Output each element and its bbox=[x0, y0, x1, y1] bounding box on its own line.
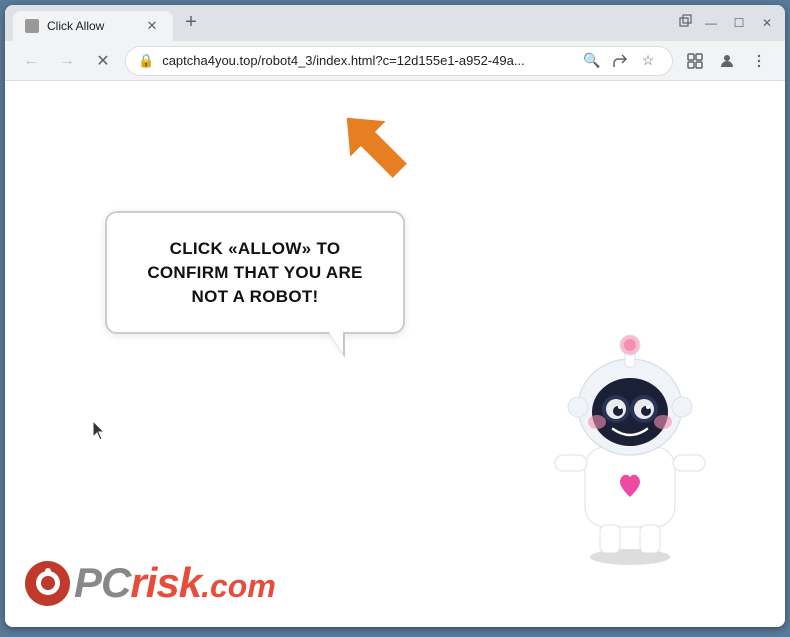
pcrisk-icon bbox=[25, 561, 70, 606]
profile-button[interactable] bbox=[713, 47, 741, 75]
tab-favicon bbox=[25, 19, 39, 33]
close-button[interactable]: ✕ bbox=[757, 13, 777, 33]
toolbar-actions bbox=[681, 47, 773, 75]
pcrisk-brand-text: PCrisk.com bbox=[74, 559, 276, 607]
restore-down-icon bbox=[679, 13, 693, 27]
new-tab-button[interactable]: + bbox=[177, 8, 205, 36]
page-content: CLICK «ALLOW» TO CONFIRM THAT YOU ARE NO… bbox=[5, 81, 785, 627]
domain-text: .com bbox=[201, 568, 276, 604]
extensions-button[interactable] bbox=[681, 47, 709, 75]
forward-button[interactable]: → bbox=[53, 47, 81, 75]
search-icon-button[interactable]: 🔍 bbox=[580, 49, 604, 73]
bookmark-button[interactable]: ☆ bbox=[636, 49, 660, 73]
pc-text: PC bbox=[74, 559, 130, 606]
bubble-text: CLICK «ALLOW» TO CONFIRM THAT YOU ARE NO… bbox=[135, 237, 375, 308]
minimize-button[interactable]: — bbox=[701, 13, 721, 33]
maximize-button[interactable]: ☐ bbox=[729, 13, 749, 33]
back-button[interactable]: ← bbox=[17, 47, 45, 75]
url-actions: 🔍 ☆ bbox=[580, 49, 660, 73]
address-bar: ← → ✕ 🔒 captcha4you.top/robot4_3/index.h… bbox=[5, 41, 785, 81]
mouse-cursor bbox=[93, 421, 107, 446]
tab-close-button[interactable]: ✕ bbox=[143, 17, 161, 35]
lock-icon: 🔒 bbox=[138, 53, 154, 69]
speech-bubble: CLICK «ALLOW» TO CONFIRM THAT YOU ARE NO… bbox=[105, 211, 405, 334]
tab-title: Click Allow bbox=[47, 19, 135, 33]
risk-text: risk bbox=[130, 559, 201, 606]
reload-button[interactable]: ✕ bbox=[89, 47, 117, 75]
pcrisk-logo: PCrisk.com bbox=[25, 559, 276, 607]
browser-window: Click Allow ✕ + — ☐ ✕ ← → ✕ 🔒 captcha4yo… bbox=[5, 5, 785, 627]
robot-character bbox=[535, 307, 725, 567]
title-bar: Click Allow ✕ + — ☐ ✕ bbox=[5, 5, 785, 41]
menu-button[interactable] bbox=[745, 47, 773, 75]
window-controls: — ☐ ✕ bbox=[679, 13, 777, 33]
active-tab[interactable]: Click Allow ✕ bbox=[13, 11, 173, 41]
url-text: captcha4you.top/robot4_3/index.html?c=12… bbox=[162, 53, 572, 68]
tab-area: Click Allow ✕ + bbox=[13, 5, 667, 41]
url-bar[interactable]: 🔒 captcha4you.top/robot4_3/index.html?c=… bbox=[125, 46, 673, 76]
share-button[interactable] bbox=[608, 49, 632, 73]
